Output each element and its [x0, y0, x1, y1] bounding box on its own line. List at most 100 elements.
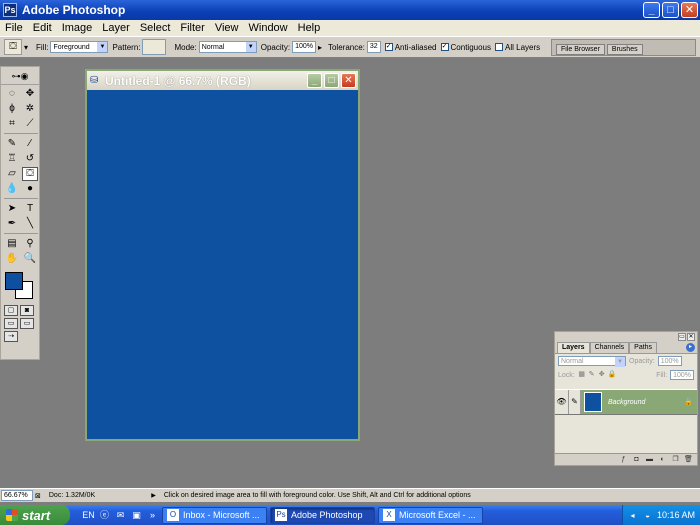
- menu-filter[interactable]: Filter: [175, 22, 209, 34]
- doc-maximize-button[interactable]: □: [324, 73, 339, 88]
- mode-select[interactable]: Normal ▼: [198, 41, 257, 53]
- menu-file[interactable]: File: [0, 22, 28, 34]
- magic-wand-tool-icon[interactable]: ✲: [22, 102, 38, 116]
- lock-transparency-icon[interactable]: ▦: [578, 371, 586, 379]
- internet-explorer-icon[interactable]: ⓔ: [98, 509, 111, 522]
- tray-arrow-icon[interactable]: ◂: [627, 510, 638, 521]
- pen-tool-icon[interactable]: ✒: [4, 217, 20, 231]
- menu-window[interactable]: Window: [244, 22, 293, 34]
- hand-tool-icon[interactable]: ✋: [4, 252, 20, 266]
- tab-brushes[interactable]: Brushes: [606, 44, 643, 55]
- status-bar: 66.67% ⊠ Doc: 1.32M/0K ▶ Click on desired…: [0, 488, 700, 502]
- trash-icon[interactable]: 🗑: [684, 455, 693, 464]
- close-button[interactable]: ✕: [681, 2, 698, 18]
- type-tool-icon[interactable]: T: [22, 202, 38, 216]
- opacity-input[interactable]: 100%: [292, 41, 316, 53]
- menu-select[interactable]: Select: [135, 22, 176, 34]
- all-layers-checkbox[interactable]: [495, 43, 503, 51]
- new-layer-icon[interactable]: ❐: [671, 455, 680, 464]
- eye-icon[interactable]: 👁: [555, 390, 569, 414]
- layer-fill-input[interactable]: 100%: [670, 370, 694, 380]
- eraser-tool-icon[interactable]: ▱: [4, 167, 20, 181]
- chevron-right-icon[interactable]: »: [146, 509, 159, 522]
- opacity-slider-arrow[interactable]: ▸: [318, 43, 322, 52]
- anti-aliased-checkbox[interactable]: ✓: [384, 43, 393, 51]
- notes-tool-icon[interactable]: ▤: [4, 237, 20, 251]
- outlook-express-icon[interactable]: ✉: [114, 509, 127, 522]
- palette-close-button[interactable]: ✕: [687, 333, 695, 341]
- standard-mode-icon[interactable]: ▢: [4, 305, 18, 316]
- tab-channels[interactable]: Channels: [589, 342, 630, 353]
- screen-mode-full-menu-icon[interactable]: ▭: [20, 318, 34, 329]
- zoom-tool-icon[interactable]: 🔍: [22, 252, 38, 266]
- add-mask-icon[interactable]: ◘: [632, 455, 641, 464]
- screen-mode-standard-icon[interactable]: ▭: [4, 318, 18, 329]
- crop-tool-icon[interactable]: ⌗: [4, 117, 20, 131]
- palette-menu-icon[interactable]: ▸: [686, 343, 695, 352]
- photoshop-icon: Ps: [3, 3, 17, 17]
- marquee-tool-icon[interactable]: ◌: [4, 87, 20, 101]
- task-outlook[interactable]: O Inbox - Microsoft ...: [162, 506, 267, 524]
- lock-all-icon[interactable]: 🔒: [608, 371, 617, 379]
- maximize-button[interactable]: □: [662, 2, 679, 18]
- clock[interactable]: 10:16 AM: [657, 510, 695, 520]
- status-menu-icon[interactable]: ⊠: [35, 492, 41, 500]
- history-brush-tool-icon[interactable]: ↺: [22, 152, 38, 166]
- slice-tool-icon[interactable]: ⟋: [22, 117, 38, 131]
- eyedropper-tool-icon[interactable]: ⚲: [22, 237, 38, 251]
- healing-brush-tool-icon[interactable]: ✎: [4, 137, 20, 151]
- toolbox-header[interactable]: ⊶◉: [1, 67, 39, 85]
- document-canvas[interactable]: [87, 90, 358, 439]
- blur-tool-icon[interactable]: 💧: [4, 182, 20, 196]
- fill-select[interactable]: Foreground ▼: [50, 41, 109, 53]
- minimize-button[interactable]: _: [643, 2, 660, 18]
- zoom-input[interactable]: 66.67%: [1, 490, 33, 501]
- show-desktop-icon[interactable]: ▣: [130, 509, 143, 522]
- tool-preset-arrow[interactable]: ▾: [24, 43, 28, 52]
- foreground-color-swatch[interactable]: [5, 272, 23, 290]
- menu-view[interactable]: View: [210, 22, 244, 34]
- paint-bucket-icon[interactable]: ⛋: [4, 39, 22, 55]
- layer-opacity-input[interactable]: 100%: [657, 356, 682, 366]
- adjustment-layer-icon[interactable]: ◐: [658, 455, 667, 464]
- start-button[interactable]: start: [0, 505, 70, 525]
- menu-help[interactable]: Help: [293, 22, 326, 34]
- quick-mask-mode-icon[interactable]: ◙: [20, 305, 34, 316]
- brush-tool-icon[interactable]: ∕: [22, 137, 38, 151]
- contiguous-checkbox[interactable]: ✓: [440, 43, 449, 51]
- doc-close-button[interactable]: ✕: [341, 73, 356, 88]
- task-excel[interactable]: X Microsoft Excel - ...: [378, 506, 483, 524]
- lock-label: Lock:: [558, 371, 575, 379]
- clone-stamp-tool-icon[interactable]: ♖: [4, 152, 20, 166]
- layer-style-icon[interactable]: ƒ: [619, 455, 628, 464]
- lock-position-icon[interactable]: ✥: [598, 371, 606, 379]
- status-hint: ▶ Click on desired image area to fill wit…: [151, 492, 471, 499]
- layer-row-background[interactable]: 👁 ✎ Background 🔒: [555, 389, 697, 415]
- menu-image[interactable]: Image: [57, 22, 98, 34]
- lock-image-icon[interactable]: ✎: [588, 371, 596, 379]
- jump-to-imageready-icon[interactable]: ⇢: [4, 331, 18, 342]
- network-icon[interactable]: ◒: [642, 510, 653, 521]
- palette-title-bar[interactable]: ▭ ✕: [555, 332, 697, 342]
- tolerance-label: Tolerance:: [327, 42, 365, 52]
- tolerance-input[interactable]: 32: [366, 41, 381, 53]
- lasso-tool-icon[interactable]: ϕ: [4, 102, 20, 116]
- tab-layers[interactable]: Layers: [557, 342, 590, 353]
- tab-file-browser[interactable]: File Browser: [556, 44, 605, 55]
- new-set-icon[interactable]: ▬: [645, 455, 654, 464]
- path-selection-tool-icon[interactable]: ➤: [4, 202, 20, 216]
- menu-layer[interactable]: Layer: [97, 22, 135, 34]
- pattern-picker[interactable]: [142, 39, 167, 55]
- task-photoshop[interactable]: Ps Adobe Photoshop: [270, 506, 375, 524]
- layer-thumbnail: [584, 392, 602, 412]
- menu-edit[interactable]: Edit: [28, 22, 57, 34]
- palette-minimize-button[interactable]: ▭: [678, 333, 686, 341]
- doc-minimize-button[interactable]: _: [307, 73, 322, 88]
- blend-mode-select[interactable]: Normal ▼: [558, 356, 626, 367]
- paint-bucket-tool-icon[interactable]: ⛋: [22, 167, 38, 181]
- dodge-tool-icon[interactable]: ●: [22, 182, 38, 196]
- tab-paths[interactable]: Paths: [629, 342, 658, 353]
- move-tool-icon[interactable]: ✥: [22, 87, 38, 101]
- language-indicator[interactable]: EN: [82, 509, 95, 522]
- line-tool-icon[interactable]: ╲: [22, 217, 38, 231]
